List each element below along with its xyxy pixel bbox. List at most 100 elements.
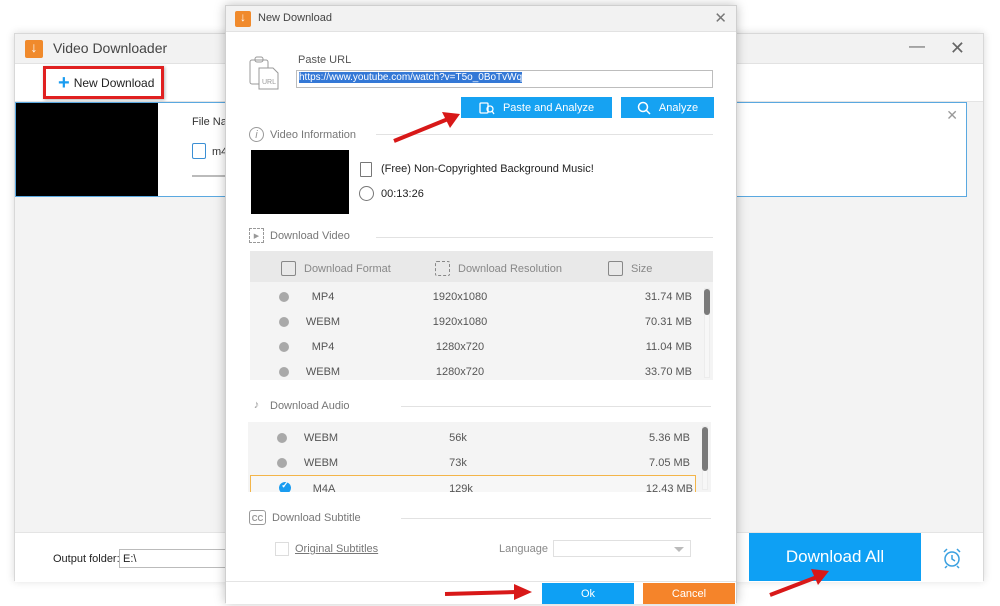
column-header-resolution: Download Resolution [435, 261, 562, 276]
resolution: 1280x720 [435, 341, 485, 353]
size-icon [608, 261, 623, 276]
video-row[interactable]: WEBM 1280x720 33.70 MB [250, 359, 700, 380]
dialog-title: New Download [258, 12, 332, 24]
size: 33.70 MB [644, 366, 692, 378]
document-icon [360, 162, 372, 177]
video-format-icon [281, 261, 296, 276]
size: 11.04 MB [645, 341, 692, 353]
close-button[interactable]: ✕ [950, 38, 965, 59]
download-video-heading: ▶ Download Video [249, 228, 350, 243]
dialog-logo-icon [235, 10, 251, 27]
ok-button[interactable]: Ok [542, 583, 634, 604]
language-label: Language [499, 543, 548, 555]
paste-analyze-icon [479, 101, 495, 114]
video-row[interactable]: WEBM 1920x1080 70.31 MB [250, 309, 700, 334]
video-row[interactable]: MP4 1280x720 11.04 MB [250, 334, 700, 359]
audio-row[interactable]: WEBM 73k 7.05 MB [248, 450, 698, 475]
radio-button[interactable] [279, 342, 289, 352]
divider [401, 406, 711, 407]
audio-format-list: WEBM 56k 5.36 MB WEBM 73k 7.05 MB M4A 129k 12.… [248, 422, 711, 492]
audio-list-scrollbar[interactable] [702, 426, 708, 490]
paste-and-analyze-button[interactable]: Paste and Analyze [461, 97, 612, 118]
audio-row-selected[interactable]: M4A 129k 12.43 MB [250, 475, 696, 492]
film-icon: ▶ [249, 228, 264, 243]
plus-icon: + [58, 71, 70, 94]
radio-button[interactable] [279, 317, 289, 327]
video-file-icon [192, 143, 206, 159]
video-row[interactable]: MP4 1920x1080 31.74 MB [250, 284, 700, 309]
original-subtitles-label[interactable]: Original Subtitles [295, 543, 378, 555]
scrollbar-thumb[interactable] [704, 289, 710, 315]
format: WEBM [305, 316, 341, 328]
url-input[interactable]: https://www.youtube.com/watch?v=T5o_0BoT… [296, 70, 713, 88]
divider [401, 518, 711, 519]
bitrate: 129k [449, 483, 473, 492]
size: 12.43 MB [645, 483, 693, 492]
size: 31.74 MB [644, 291, 692, 303]
paste-and-analyze-label: Paste and Analyze [502, 101, 595, 114]
format: MP4 [311, 341, 335, 353]
download-subtitle-heading: CC Download Subtitle [249, 510, 361, 525]
video-thumbnail [251, 150, 349, 214]
resolution: 1920x1080 [432, 291, 488, 303]
output-folder-input[interactable] [119, 549, 239, 568]
original-subtitles-checkbox[interactable] [275, 542, 289, 556]
minimize-button[interactable]: — [909, 38, 925, 56]
checked-radio-icon[interactable] [279, 480, 291, 492]
column-format-label: Download Format [304, 262, 391, 275]
language-select[interactable] [553, 540, 691, 557]
cc-icon: CC [249, 510, 266, 525]
resolution-icon [435, 261, 450, 276]
scrollbar-thumb[interactable] [702, 427, 708, 471]
video-title: (Free) Non-Copyrighted Background Music! [381, 163, 594, 175]
download-audio-heading-label: Download Audio [270, 399, 350, 412]
video-info-heading-label: Video Information [270, 128, 357, 141]
analyze-label: Analyze [658, 101, 699, 114]
format: MP4 [311, 291, 335, 303]
new-download-button[interactable]: + New Download [43, 66, 164, 99]
clipboard-url-icon: URL [249, 56, 279, 90]
cancel-button[interactable]: Cancel [643, 583, 735, 604]
radio-button[interactable] [279, 367, 289, 377]
size: 5.36 MB [649, 432, 690, 444]
format: WEBM [305, 366, 341, 378]
video-format-list: MP4 1920x1080 31.74 MB WEBM 1920x1080 70.31 … [250, 282, 713, 380]
dialog-footer: Ok Cancel [226, 581, 736, 604]
download-video-heading-label: Download Video [270, 229, 350, 242]
audio-row[interactable]: WEBM 56k 5.36 MB [248, 425, 698, 450]
download-subtitle-heading-label: Download Subtitle [272, 511, 361, 524]
download-audio-heading: ♪ Download Audio [249, 398, 350, 413]
radio-button[interactable] [277, 433, 287, 443]
dialog-titlebar: New Download ✕ [226, 6, 736, 32]
output-folder-label: Output folder: [53, 553, 120, 565]
new-download-label: New Download [73, 75, 155, 90]
video-info-heading: i Video Information [249, 127, 356, 142]
resolution: 1280x720 [435, 366, 485, 378]
task-close-icon[interactable]: ✕ [946, 107, 958, 124]
format: WEBM [303, 457, 339, 469]
app-logo-icon [25, 39, 43, 58]
divider [376, 134, 713, 135]
analyze-button[interactable]: Analyze [621, 97, 714, 118]
radio-button[interactable] [279, 292, 289, 302]
music-note-icon: ♪ [253, 399, 260, 411]
svg-text:URL: URL [262, 79, 276, 86]
size: 70.31 MB [644, 316, 692, 328]
divider [376, 237, 713, 238]
alarm-clock-icon[interactable] [940, 546, 964, 570]
video-list-scrollbar[interactable] [704, 288, 710, 378]
column-header-format: Download Format [281, 261, 391, 276]
task-file-name-label: File Na [192, 116, 227, 128]
clock-icon [359, 186, 374, 201]
download-all-button[interactable]: Download All [749, 533, 921, 581]
radio-button[interactable] [277, 458, 287, 468]
column-resolution-label: Download Resolution [458, 262, 562, 275]
size: 7.05 MB [649, 457, 690, 469]
resolution: 1920x1080 [432, 316, 488, 328]
video-table-header: Download Format Download Resolution Size [250, 251, 713, 282]
bitrate: 56k [449, 432, 467, 444]
main-window-title: Video Downloader [53, 40, 168, 56]
dialog-close-button[interactable]: ✕ [714, 9, 727, 27]
new-download-dialog: New Download ✕ URL Paste URL https://www… [225, 5, 737, 604]
task-thumbnail [16, 103, 158, 196]
